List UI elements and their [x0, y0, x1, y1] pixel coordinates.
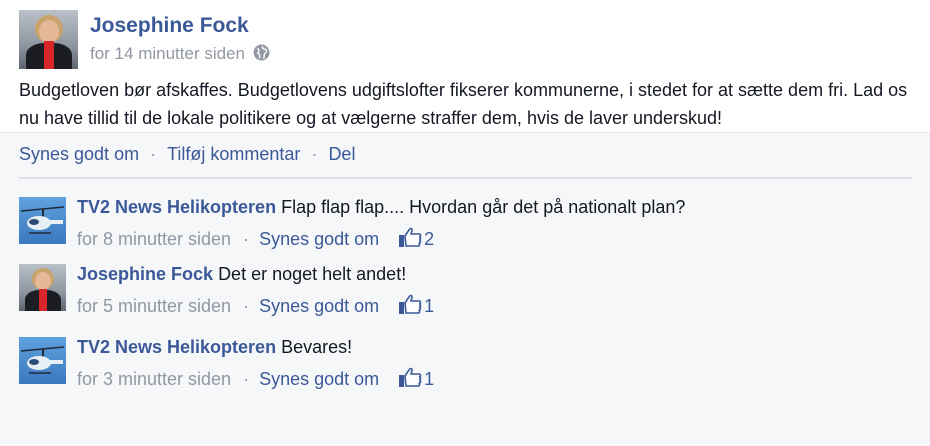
comment-like-count[interactable]: 2 — [424, 229, 434, 249]
comment-body: Bevares! — [281, 337, 353, 357]
post-author-name[interactable]: Josephine Fock — [90, 14, 249, 38]
meta-separator: · — [243, 369, 250, 389]
comment-like-link[interactable]: Synes godt om — [259, 296, 379, 316]
like-post-link[interactable]: Synes godt om — [19, 144, 139, 164]
comment-meta: for 3 minutter siden · Synes godt om 1 — [77, 366, 434, 393]
post-action-bar: Synes godt om · Tilføj kommentar · Del — [19, 144, 355, 165]
post-body-text: Budgetloven bør afskaffes. Budgetlovens … — [19, 80, 908, 128]
thumbs-up-icon[interactable] — [398, 293, 422, 320]
comment-text-row: TV2 News Helikopteren Flap flap flap....… — [77, 197, 685, 218]
comment-like-link[interactable]: Synes godt om — [259, 229, 379, 249]
comment-time[interactable]: for 8 minutter siden — [77, 229, 231, 249]
thumbs-up-icon[interactable] — [398, 366, 422, 393]
post-time-text[interactable]: for 14 minutter siden — [90, 44, 245, 63]
comment-text-row: Josephine Fock Det er noget helt andet! — [77, 264, 406, 285]
comment-meta: for 8 minutter siden · Synes godt om 2 — [77, 226, 434, 253]
globe-icon — [253, 44, 270, 66]
comment-body: Det er noget helt andet! — [218, 264, 407, 284]
comment-like-count[interactable]: 1 — [424, 369, 434, 389]
comment-like-count[interactable]: 1 — [424, 296, 434, 316]
comment-avatar-helicopter[interactable] — [19, 337, 66, 384]
action-divider — [19, 177, 912, 179]
share-link[interactable]: Del — [328, 144, 355, 164]
facebook-post: Josephine Fock for 14 minutter siden Bud… — [0, 0, 930, 446]
action-separator: · — [150, 144, 157, 164]
comment-author-name[interactable]: TV2 News Helikopteren — [77, 197, 276, 217]
comment-text-row: TV2 News Helikopteren Bevares! — [77, 337, 352, 358]
helicopter-icon — [20, 206, 65, 234]
comment-avatar-person[interactable] — [19, 264, 66, 311]
comment-meta: for 5 minutter siden · Synes godt om 1 — [77, 293, 434, 320]
post-header-area: Josephine Fock for 14 minutter siden Bud… — [0, 0, 930, 133]
meta-separator: · — [243, 229, 250, 249]
comment-body: Flap flap flap.... Hvordan går det på na… — [281, 197, 686, 217]
comment-like-link[interactable]: Synes godt om — [259, 369, 379, 389]
meta-separator: · — [243, 296, 250, 316]
comment-avatar-helicopter[interactable] — [19, 197, 66, 244]
action-separator: · — [311, 144, 318, 164]
author-avatar[interactable] — [19, 10, 78, 69]
comment-time[interactable]: for 3 minutter siden — [77, 369, 231, 389]
add-comment-link[interactable]: Tilføj kommentar — [167, 144, 300, 164]
comment-author-name[interactable]: Josephine Fock — [77, 264, 213, 284]
comments-area — [0, 133, 930, 446]
comment-time[interactable]: for 5 minutter siden — [77, 296, 231, 316]
thumbs-up-icon[interactable] — [398, 226, 422, 253]
post-timestamp: for 14 minutter siden — [90, 44, 270, 66]
comment-author-name[interactable]: TV2 News Helikopteren — [77, 337, 276, 357]
helicopter-icon — [20, 346, 65, 374]
